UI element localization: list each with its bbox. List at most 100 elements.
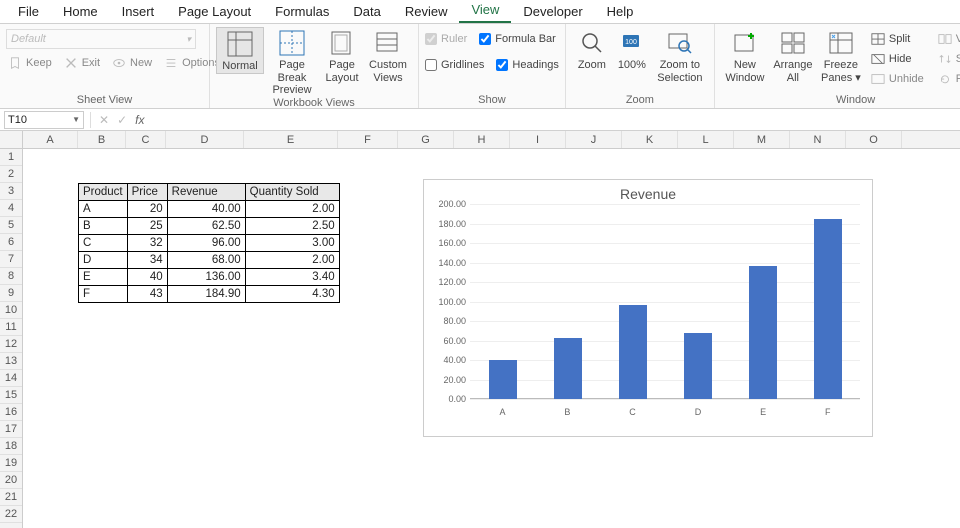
table-cell[interactable]: 40.00 xyxy=(167,201,245,218)
table-cell[interactable]: 32 xyxy=(127,235,167,252)
menu-data[interactable]: Data xyxy=(341,0,392,23)
col-header-J[interactable]: J xyxy=(566,131,622,148)
row-header-5[interactable]: 5 xyxy=(0,217,22,234)
table-cell[interactable]: E xyxy=(79,269,128,286)
enter-formula-icon[interactable]: ✓ xyxy=(113,113,131,127)
table-cell[interactable]: 40 xyxy=(127,269,167,286)
table-row[interactable]: B2562.502.50 xyxy=(79,218,340,235)
normal-view-button[interactable]: Normal xyxy=(216,27,264,74)
chart-bar[interactable] xyxy=(489,360,517,399)
col-header-L[interactable]: L xyxy=(678,131,734,148)
headings-checkbox[interactable]: Headings xyxy=(496,57,558,73)
row-header-8[interactable]: 8 xyxy=(0,268,22,285)
col-header-B[interactable]: B xyxy=(78,131,126,148)
unhide-button[interactable]: Unhide xyxy=(869,71,926,87)
col-header-H[interactable]: H xyxy=(454,131,510,148)
menu-page-layout[interactable]: Page Layout xyxy=(166,0,263,23)
table-row[interactable]: D3468.002.00 xyxy=(79,252,340,269)
col-header-N[interactable]: N xyxy=(790,131,846,148)
exit-button[interactable]: Exit xyxy=(62,55,102,71)
col-header-K[interactable]: K xyxy=(622,131,678,148)
chart-bar[interactable] xyxy=(619,305,647,399)
hide-button[interactable]: Hide xyxy=(869,51,926,67)
row-header-16[interactable]: 16 xyxy=(0,404,22,421)
split-button[interactable]: Split xyxy=(869,31,926,47)
row-header-6[interactable]: 6 xyxy=(0,234,22,251)
table-header[interactable]: Revenue xyxy=(167,184,245,201)
table-cell[interactable]: 68.00 xyxy=(167,252,245,269)
table-cell[interactable]: 96.00 xyxy=(167,235,245,252)
col-header-I[interactable]: I xyxy=(510,131,566,148)
menu-formulas[interactable]: Formulas xyxy=(263,0,341,23)
reset-window-position-button[interactable]: Reset xyxy=(936,71,960,87)
row-header-10[interactable]: 10 xyxy=(0,302,22,319)
row-header-17[interactable]: 17 xyxy=(0,421,22,438)
row-header-11[interactable]: 11 xyxy=(0,319,22,336)
menu-review[interactable]: Review xyxy=(393,0,460,23)
col-header-F[interactable]: F xyxy=(338,131,398,148)
row-header-1[interactable]: 1 xyxy=(0,149,22,166)
row-header-7[interactable]: 7 xyxy=(0,251,22,268)
table-cell[interactable]: 136.00 xyxy=(167,269,245,286)
fx-icon[interactable]: fx xyxy=(131,113,148,127)
menu-file[interactable]: File xyxy=(6,0,51,23)
custom-views-button[interactable]: Custom Views xyxy=(364,27,412,84)
table-cell[interactable]: 3.40 xyxy=(245,269,339,286)
table-cell[interactable]: C xyxy=(79,235,128,252)
zoom-to-selection-button[interactable]: Zoom to Selection xyxy=(652,27,708,84)
table-cell[interactable]: 43 xyxy=(127,286,167,303)
new-window-button[interactable]: New Window xyxy=(721,27,769,84)
row-header-2[interactable]: 2 xyxy=(0,166,22,183)
ruler-checkbox[interactable]: Ruler xyxy=(425,31,467,47)
col-header-M[interactable]: M xyxy=(734,131,790,148)
table-cell[interactable]: F xyxy=(79,286,128,303)
row-header-19[interactable]: 19 xyxy=(0,455,22,472)
table-cell[interactable]: 2.50 xyxy=(245,218,339,235)
gridlines-checkbox[interactable]: Gridlines xyxy=(425,57,484,73)
row-header-3[interactable]: 3 xyxy=(0,183,22,200)
row-header-12[interactable]: 12 xyxy=(0,336,22,353)
freeze-panes-button[interactable]: Freeze Panes ▾ xyxy=(817,27,865,84)
table-cell[interactable]: D xyxy=(79,252,128,269)
col-header-G[interactable]: G xyxy=(398,131,454,148)
grid-area[interactable]: ABCDEFGHIJKLMNO ProductPriceRevenueQuant… xyxy=(23,131,960,528)
chart-bar[interactable] xyxy=(814,219,842,399)
table-cell[interactable]: B xyxy=(79,218,128,235)
menu-insert[interactable]: Insert xyxy=(110,0,167,23)
page-layout-button[interactable]: Page Layout xyxy=(320,27,364,84)
chart-bar[interactable] xyxy=(684,333,712,399)
col-header-C[interactable]: C xyxy=(126,131,166,148)
table-row[interactable]: E40136.003.40 xyxy=(79,269,340,286)
arrange-all-button[interactable]: Arrange All xyxy=(769,27,817,84)
select-all-corner[interactable] xyxy=(0,131,22,149)
row-header-22[interactable]: 22 xyxy=(0,506,22,523)
table-header[interactable]: Price xyxy=(127,184,167,201)
menu-developer[interactable]: Developer xyxy=(511,0,594,23)
page-break-preview-button[interactable]: Page Break Preview xyxy=(264,27,320,97)
table-cell[interactable]: A xyxy=(79,201,128,218)
table-row[interactable]: C3296.003.00 xyxy=(79,235,340,252)
table-cell[interactable]: 62.50 xyxy=(167,218,245,235)
row-header-9[interactable]: 9 xyxy=(0,285,22,302)
synchronous-scrolling-button[interactable]: Synch xyxy=(936,51,960,67)
zoom-button[interactable]: Zoom xyxy=(572,27,612,72)
table-cell[interactable]: 25 xyxy=(127,218,167,235)
table-row[interactable]: F43184.904.30 xyxy=(79,286,340,303)
table-cell[interactable]: 2.00 xyxy=(245,252,339,269)
sheet-view-dropdown[interactable]: Default ▾ xyxy=(6,29,196,49)
table-cell[interactable]: 34 xyxy=(127,252,167,269)
table-cell[interactable]: 20 xyxy=(127,201,167,218)
formula-bar-checkbox[interactable]: Formula Bar xyxy=(479,31,556,47)
menu-help[interactable]: Help xyxy=(595,0,646,23)
formula-bar-input[interactable] xyxy=(148,111,960,129)
chart-bar[interactable] xyxy=(554,338,582,399)
keep-button[interactable]: Keep xyxy=(6,55,54,71)
chevron-down-icon[interactable]: ▼ xyxy=(72,115,80,124)
cancel-formula-icon[interactable]: ✕ xyxy=(95,113,113,127)
embedded-chart[interactable]: Revenue 0.0020.0040.0060.0080.00100.0012… xyxy=(423,179,873,437)
table-header[interactable]: Product xyxy=(79,184,128,201)
row-header-21[interactable]: 21 xyxy=(0,489,22,506)
col-header-D[interactable]: D xyxy=(166,131,244,148)
chart-bar[interactable] xyxy=(749,266,777,399)
table-row[interactable]: A2040.002.00 xyxy=(79,201,340,218)
